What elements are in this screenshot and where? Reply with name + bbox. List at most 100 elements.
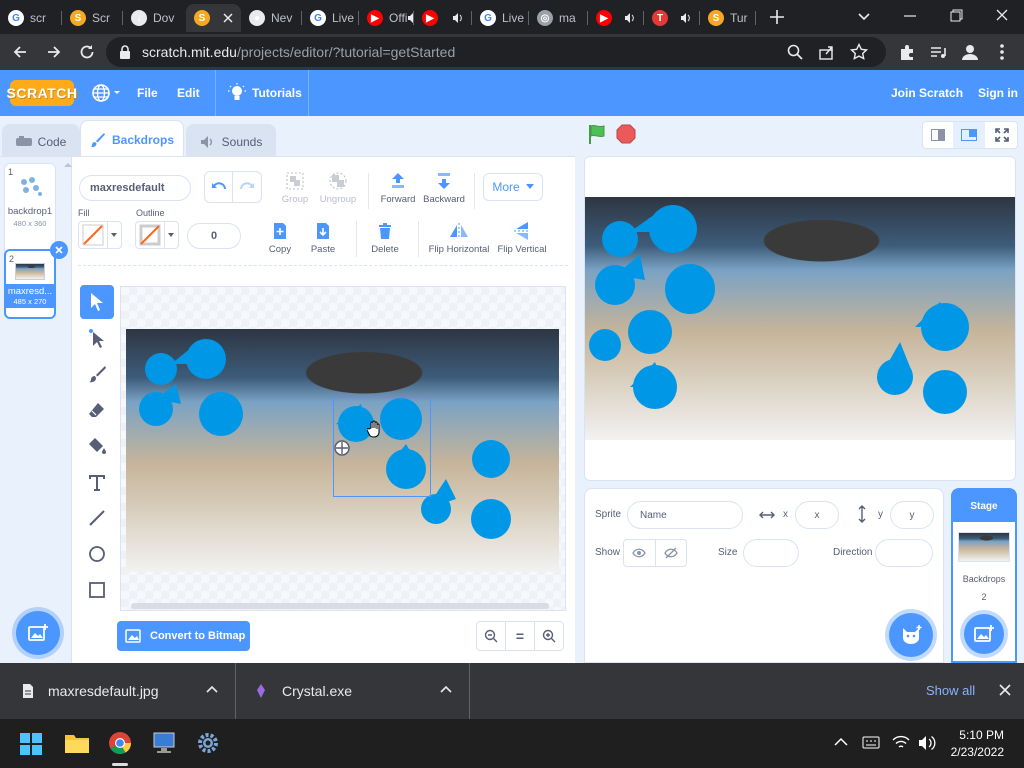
tab-sounds[interactable]: Sounds: [186, 124, 276, 158]
browser-tab[interactable]: S Scr: [62, 4, 123, 32]
choose-sprite-button[interactable]: [889, 613, 933, 657]
line-tool[interactable]: [80, 501, 114, 535]
language-menu[interactable]: [90, 70, 122, 116]
flip-vertical-button[interactable]: Flip Vertical: [494, 221, 550, 255]
file-explorer-icon[interactable]: [64, 732, 90, 754]
chevron-up-icon[interactable]: [206, 685, 218, 695]
browser-tab[interactable]: ▶: [414, 4, 472, 32]
scratch-logo[interactable]: SCRATCH: [7, 80, 77, 106]
text-tool[interactable]: [80, 465, 114, 499]
browser-tab[interactable]: ▶ Offi: [359, 4, 414, 32]
x-position-input[interactable]: x: [795, 501, 839, 529]
normal-stage-icon[interactable]: [953, 122, 985, 148]
convert-to-bitmap-button[interactable]: Convert to Bitmap: [117, 621, 250, 651]
browser-tab[interactable]: ▶: [588, 4, 644, 32]
redo-icon[interactable]: [233, 172, 261, 202]
zoom-reset-button[interactable]: =: [506, 622, 535, 650]
settings-gear-icon[interactable]: [196, 731, 220, 755]
rectangle-tool[interactable]: [80, 573, 114, 607]
windows-start-icon[interactable]: [20, 733, 42, 755]
zoom-out-icon[interactable]: [477, 622, 506, 650]
costume-name-input[interactable]: maxresdefault: [79, 175, 191, 201]
size-input[interactable]: [743, 539, 799, 567]
browser-tab[interactable]: S: [186, 4, 241, 32]
tab-code[interactable]: Code: [2, 124, 80, 158]
ungroup-button[interactable]: Ungroup: [318, 171, 358, 205]
keyboard-icon[interactable]: [862, 736, 880, 750]
outline-color-picker[interactable]: [135, 221, 179, 249]
backdrop-list-scrollbar[interactable]: [64, 161, 72, 661]
browser-tab[interactable]: G Live: [472, 4, 529, 32]
audio-playing-icon[interactable]: [624, 12, 636, 24]
lock-icon[interactable]: [118, 44, 132, 60]
zoom-in-icon[interactable]: [535, 622, 563, 650]
file-menu[interactable]: File: [137, 70, 158, 116]
backdrop-item[interactable]: 1 backdrop1 480 x 360: [4, 163, 56, 263]
green-flag-icon[interactable]: [586, 123, 608, 145]
fill-tool[interactable]: [80, 429, 114, 463]
backdrop-item-selected[interactable]: 2 maxresd... 485 x 270: [4, 241, 68, 319]
download-item[interactable]: Crystal.exe: [236, 663, 470, 719]
browser-tab[interactable]: Gscr: [0, 4, 62, 32]
circle-tool[interactable]: [80, 537, 114, 571]
chrome-menu-icon[interactable]: [992, 42, 1012, 62]
stage-target-pane[interactable]: Stage Backdrops 2: [951, 488, 1017, 663]
close-tab-icon[interactable]: [223, 13, 233, 23]
remote-desktop-icon[interactable]: [152, 731, 176, 755]
media-control-icon[interactable]: [929, 43, 947, 61]
fullscreen-icon[interactable]: [987, 122, 1017, 148]
forward-icon[interactable]: [44, 42, 64, 62]
more-button[interactable]: More: [483, 173, 543, 201]
browser-tab[interactable]: S Tur: [700, 4, 756, 32]
outline-width-input[interactable]: 0: [187, 223, 241, 249]
browser-tab[interactable]: ● Nev: [241, 4, 302, 32]
close-download-bar-icon[interactable]: [998, 683, 1012, 697]
undo-icon[interactable]: [205, 172, 234, 202]
backward-button[interactable]: Backward: [422, 171, 466, 205]
copy-button[interactable]: Copy: [266, 221, 294, 255]
browser-tab[interactable]: T: [644, 4, 700, 32]
new-tab-icon[interactable]: [764, 6, 790, 28]
volume-icon[interactable]: [918, 735, 936, 751]
tab-search-chevron-icon[interactable]: [852, 6, 876, 26]
browser-tab[interactable]: ↓ Dov: [123, 4, 186, 32]
extensions-icon[interactable]: [898, 43, 916, 61]
brush-tool[interactable]: [80, 357, 114, 391]
audio-playing-icon[interactable]: [680, 12, 692, 24]
edit-menu[interactable]: Edit: [177, 70, 200, 116]
reshape-tool[interactable]: [80, 321, 114, 355]
wifi-icon[interactable]: [892, 735, 910, 751]
choose-stage-backdrop-button[interactable]: [964, 614, 1004, 654]
download-item[interactable]: maxresdefault.jpg: [0, 663, 236, 719]
clock-date[interactable]: 2/23/2022: [944, 745, 1004, 759]
chevron-up-icon[interactable]: [834, 737, 848, 747]
browser-tab[interactable]: G Live: [302, 4, 359, 32]
chrome-taskbar-icon[interactable]: [108, 731, 132, 755]
restore-icon[interactable]: [944, 6, 968, 26]
minimize-icon[interactable]: [898, 6, 922, 26]
select-tool[interactable]: [80, 285, 114, 319]
tab-backdrops[interactable]: Backdrops: [80, 120, 184, 158]
browser-tab[interactable]: ◎ ma: [529, 4, 588, 32]
paste-button[interactable]: Paste: [308, 221, 338, 255]
clock-time[interactable]: 5:10 PM: [944, 728, 1004, 742]
sprite-name-input[interactable]: Name: [627, 501, 743, 529]
stop-icon[interactable]: [616, 124, 636, 144]
join-scratch-link[interactable]: Join Scratch: [891, 70, 963, 116]
small-stage-icon[interactable]: [923, 122, 953, 148]
flip-horizontal-button[interactable]: Flip Horizontal: [428, 221, 490, 255]
back-icon[interactable]: [10, 42, 30, 62]
profile-avatar-icon[interactable]: [960, 42, 980, 62]
chevron-up-icon[interactable]: [440, 685, 452, 695]
zoom-icon[interactable]: [786, 43, 804, 61]
bookmark-star-icon[interactable]: [850, 43, 868, 61]
y-position-input[interactable]: y: [890, 501, 934, 529]
group-button[interactable]: Group: [278, 171, 312, 205]
stage-area[interactable]: [584, 156, 1016, 481]
eye-hidden-icon[interactable]: [656, 540, 687, 566]
share-icon[interactable]: [818, 43, 836, 61]
close-window-icon[interactable]: [990, 6, 1014, 26]
tutorials-menu[interactable]: Tutorials: [228, 70, 302, 116]
sign-in-link[interactable]: Sign in: [978, 70, 1018, 116]
reload-icon[interactable]: [77, 42, 97, 62]
